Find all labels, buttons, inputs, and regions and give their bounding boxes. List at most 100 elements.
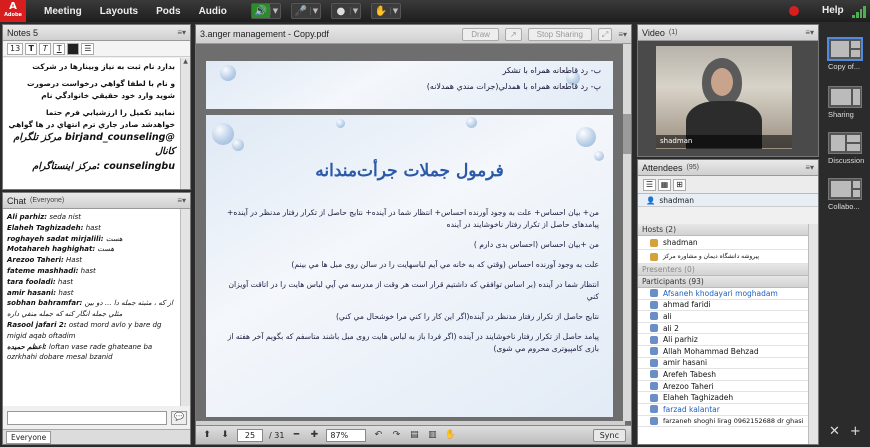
- attendee-row[interactable]: Ali parhiz: [638, 334, 808, 346]
- pod-menu-icon[interactable]: ≡▾: [177, 28, 186, 37]
- grid-view-icon[interactable]: ▦: [658, 178, 671, 191]
- zoom-in-icon[interactable]: ✚: [308, 429, 320, 441]
- record-indicator-icon[interactable]: [789, 6, 799, 16]
- document-scrollbar[interactable]: [623, 44, 631, 421]
- chat-input[interactable]: [7, 411, 167, 425]
- next-page-icon[interactable]: ⬇: [219, 429, 231, 441]
- menu-meeting[interactable]: Meeting: [44, 6, 82, 17]
- scroll-up-icon[interactable]: ▲: [181, 58, 190, 67]
- chat-message: Ali parhiz: seda nist: [7, 213, 82, 221]
- chevron-down-icon[interactable]: ▼: [269, 7, 280, 15]
- microphone-control[interactable]: 🎤 ▼: [290, 3, 321, 19]
- fit-page-icon[interactable]: ▤: [408, 429, 420, 441]
- scroll-thumb[interactable]: [623, 114, 631, 154]
- chat-message: Elaheh Taghizadeh: hast: [7, 223, 101, 232]
- presenters-group[interactable]: Presenters (0): [638, 264, 808, 276]
- slide-line: پیامد حاصل از تکرار رفتار ناخوشایند در آ…: [227, 332, 599, 353]
- stop-sharing-button[interactable]: Stop Sharing: [527, 27, 592, 41]
- font-size-select[interactable]: 13: [7, 42, 24, 55]
- attendee-row[interactable]: Arezoo Taheri: [638, 381, 808, 393]
- attendee-row[interactable]: shadman: [638, 236, 808, 250]
- rotate-right-icon[interactable]: ↷: [390, 429, 402, 441]
- raise-hand-control[interactable]: ✋ ▼: [370, 3, 401, 19]
- send-message-icon[interactable]: 💬: [171, 411, 187, 425]
- page-number-input[interactable]: 25: [237, 428, 263, 442]
- notes-line: بدارد نام ثبت به نیاز وبینارها در شرکت: [32, 62, 175, 71]
- zoom-out-icon[interactable]: ━: [290, 429, 302, 441]
- menu-pods[interactable]: Pods: [156, 6, 180, 17]
- microphone-icon[interactable]: 🎤: [292, 4, 310, 18]
- host-icon: [650, 238, 658, 247]
- bold-icon[interactable]: T: [25, 42, 38, 55]
- page-total: / 31: [269, 430, 285, 440]
- tab-everyone[interactable]: Everyone: [6, 431, 52, 444]
- hosts-group[interactable]: Hosts (2): [638, 224, 808, 236]
- layout-copy-of[interactable]: Copy of...: [828, 38, 864, 71]
- attendees-scrollbar[interactable]: [808, 224, 818, 444]
- pod-menu-icon[interactable]: ≡▾: [805, 163, 814, 172]
- chat-footer: Everyone: [3, 429, 190, 444]
- attendee-row[interactable]: amir hasani: [638, 358, 808, 370]
- pod-menu-icon[interactable]: ≡▾: [618, 30, 627, 39]
- attendee-row[interactable]: Elaheh Taghizadeh: [638, 392, 808, 404]
- layout-sharing[interactable]: Sharing: [828, 86, 864, 119]
- webcam-icon[interactable]: ●: [332, 4, 350, 18]
- webcam-control[interactable]: ● ▼: [330, 3, 361, 19]
- my-name: shadman: [659, 195, 695, 205]
- notes-content[interactable]: بدارد نام ثبت به نیاز وبینارها در شرکت و…: [3, 58, 180, 189]
- attendee-row[interactable]: farzad kalantar: [638, 404, 808, 416]
- attendee-row[interactable]: ali 2: [638, 323, 808, 335]
- chevron-down-icon[interactable]: ▼: [309, 7, 320, 15]
- attendee-row[interactable]: ahmad faridi: [638, 300, 808, 312]
- layout-collaboration[interactable]: Collabo...: [828, 178, 864, 211]
- attendee-row[interactable]: Allah Mohammad Behzad: [638, 346, 808, 358]
- chat-scrollbar[interactable]: [180, 209, 190, 406]
- chevron-down-icon[interactable]: ▼: [389, 7, 400, 15]
- text-color-icon[interactable]: [67, 42, 80, 55]
- my-status-row[interactable]: 👤 shadman: [638, 194, 818, 207]
- pod-menu-icon[interactable]: ≡▾: [805, 28, 814, 37]
- share-pod: 3.anger management - Copy.pdf Draw ↗ Sto…: [195, 24, 632, 445]
- attendee-row[interactable]: Afsaneh khodayari moghadam: [638, 288, 808, 300]
- menu-layouts[interactable]: Layouts: [100, 6, 138, 17]
- participant-icon: [650, 370, 658, 379]
- list-view-icon[interactable]: ☰: [643, 178, 656, 191]
- layout-discussion[interactable]: Discussion: [828, 132, 864, 165]
- participant-icon: [650, 358, 658, 367]
- speaker-icon[interactable]: 🔊: [251, 4, 270, 18]
- settings-tools-icon[interactable]: ✕: [829, 424, 840, 439]
- italic-icon[interactable]: T: [39, 42, 52, 55]
- pointer-icon[interactable]: ↗: [504, 27, 522, 41]
- attendees-count: (95): [686, 164, 699, 171]
- layouts-rail: Copy of... Sharing Discussion Collabo...…: [823, 24, 870, 445]
- breakout-icon[interactable]: ⊞: [673, 178, 686, 191]
- add-layout-icon[interactable]: +: [850, 424, 861, 439]
- webcam-feed[interactable]: [656, 46, 792, 149]
- underline-icon[interactable]: T: [53, 42, 66, 55]
- rotate-left-icon[interactable]: ↶: [372, 429, 384, 441]
- previous-page-icon[interactable]: ⬆: [201, 429, 213, 441]
- attendee-row[interactable]: پیروشه دانشگاه دیمان و مشاوره مرکز: [638, 250, 808, 264]
- attendee-row[interactable]: farzaneh shoghi lirag 0962152688 dr ghas…: [638, 416, 808, 428]
- help-menu[interactable]: Help: [822, 5, 844, 16]
- bullet-list-icon[interactable]: ☰: [81, 42, 95, 55]
- top-menu-bar: A Adobe Meeting Layouts Pods Audio 🔊 ▼ 🎤 ▼ …: [0, 0, 870, 22]
- attendee-row[interactable]: ali: [638, 311, 808, 323]
- status-person-icon[interactable]: ✋: [372, 4, 390, 18]
- notes-scrollbar[interactable]: ▲: [180, 58, 190, 189]
- chevron-down-icon[interactable]: ▼: [349, 7, 360, 15]
- slide-previous: ب- رد قاطعانه همراه با تشکر پ- رد قاطعان…: [206, 61, 613, 109]
- person-icon: 👤: [646, 195, 656, 205]
- sync-button[interactable]: Sync: [592, 428, 626, 442]
- hand-tool-icon[interactable]: ✋: [444, 429, 456, 441]
- chat-title: Chat: [7, 195, 27, 206]
- pod-menu-icon[interactable]: ≡▾: [177, 196, 186, 205]
- menu-audio[interactable]: Audio: [199, 6, 227, 17]
- draw-button[interactable]: Draw: [462, 27, 499, 41]
- attendee-row[interactable]: Arefeh Tabesh: [638, 369, 808, 381]
- fit-width-icon[interactable]: ▥: [426, 429, 438, 441]
- speaker-control[interactable]: 🔊 ▼: [250, 3, 281, 19]
- fullscreen-icon[interactable]: ⤢: [597, 27, 613, 41]
- zoom-select[interactable]: 87%: [326, 428, 367, 442]
- participants-group[interactable]: Participants (93): [638, 276, 808, 288]
